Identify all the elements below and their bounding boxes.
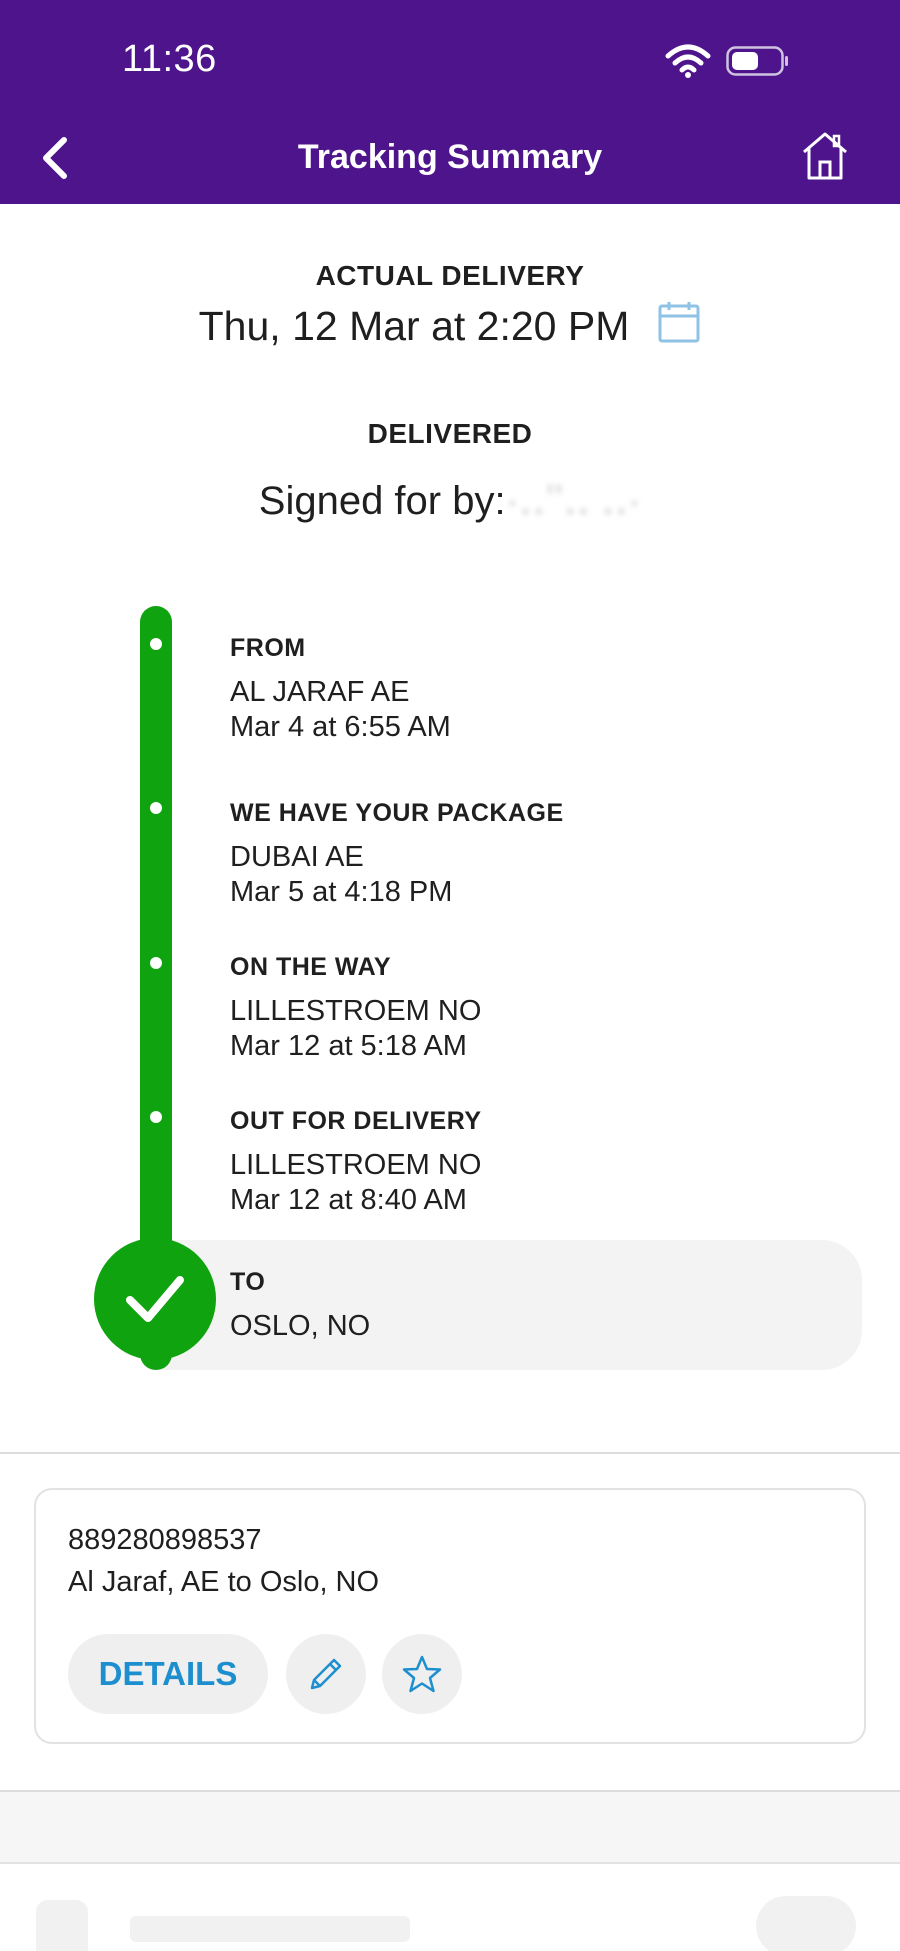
section-divider [0, 1452, 900, 1454]
timeline-stop-out-for-delivery: OUT FOR DELIVERY LILLESTROEM NO Mar 12 a… [230, 1107, 482, 1218]
page-title: Tracking Summary [297, 138, 603, 176]
stop-location: LILLESTROEM NO [230, 1149, 482, 1181]
stop-location: LILLESTROEM NO [230, 995, 482, 1027]
timeline-dot [150, 957, 162, 969]
stop-location: AL JARAF AE [230, 676, 410, 708]
star-icon [402, 1655, 442, 1693]
timeline-dot [150, 802, 162, 814]
stop-time: Mar 12 at 8:40 AM [230, 1184, 467, 1216]
signed-for-name: ·‥ʼʼ‥ ‥· [505, 479, 642, 523]
stop-time: Mar 4 at 6:55 AM [230, 711, 451, 743]
stop-label: OUT FOR DELIVERY [230, 1107, 482, 1135]
stop-label: WE HAVE YOUR PACKAGE [230, 799, 564, 827]
timeline-stop-on-the-way: ON THE WAY LILLESTROEM NO Mar 12 at 5:18… [230, 953, 481, 1064]
details-button[interactable]: DETAILS [68, 1634, 268, 1714]
delivery-date: Thu, 12 Mar at 2:20 PM [198, 303, 630, 349]
signed-for-prefix: Signed for by: [258, 479, 506, 523]
stop-time: Mar 12 at 5:18 AM [230, 1030, 467, 1062]
delivered-check-badge [94, 1238, 216, 1360]
section-spacer [0, 1792, 900, 1862]
timeline-dot [150, 1111, 162, 1123]
battery-icon [726, 46, 788, 76]
delivery-date-row: Thu, 12 Mar at 2:20 PM [0, 300, 900, 350]
pencil-icon [310, 1658, 342, 1690]
calendar-icon[interactable] [657, 300, 701, 344]
timeline-stop-from: FROM AL JARAF AE Mar 4 at 6:55 AM [230, 634, 451, 745]
signed-for-row: Signed for by:·‥ʼʼ‥ ‥· [0, 478, 900, 524]
timeline-stop-picked-up: WE HAVE YOUR PACKAGE DUBAI AE Mar 5 at 4… [230, 799, 564, 910]
checkmark-icon [126, 1276, 184, 1322]
shipment-card: 889280898537 Al Jaraf, AE to Oslo, NO DE… [34, 1488, 866, 1744]
stop-location: DUBAI AE [230, 841, 364, 873]
shipment-route: Al Jaraf, AE to Oslo, NO [68, 1566, 380, 1598]
stop-time: Mar 5 at 4:18 PM [230, 876, 453, 908]
timeline-dot [150, 638, 162, 650]
stop-label: ON THE WAY [230, 953, 392, 981]
loading-placeholder-icon [36, 1900, 88, 1951]
stop-location: OSLO, NO [230, 1310, 371, 1342]
home-icon [803, 132, 847, 180]
wifi-icon [665, 44, 711, 78]
timeline-stop-to: TO OSLO, NO [230, 1268, 370, 1344]
app-header: 11:36 Tracking Summary [0, 0, 900, 204]
status-bar-time: 11:36 [122, 38, 217, 80]
watch-star-button[interactable] [382, 1634, 462, 1714]
stop-label: TO [230, 1268, 266, 1296]
actual-delivery-label: ACTUAL DELIVERY [315, 260, 585, 291]
loading-placeholder-text [130, 1916, 410, 1942]
home-button[interactable] [800, 130, 850, 182]
edit-button[interactable] [286, 1634, 366, 1714]
section-divider [0, 1862, 900, 1864]
stop-label: FROM [230, 634, 306, 662]
tracking-number: 889280898537 [68, 1524, 262, 1556]
delivery-status-label: DELIVERED [367, 418, 533, 449]
loading-placeholder-button [756, 1896, 856, 1951]
